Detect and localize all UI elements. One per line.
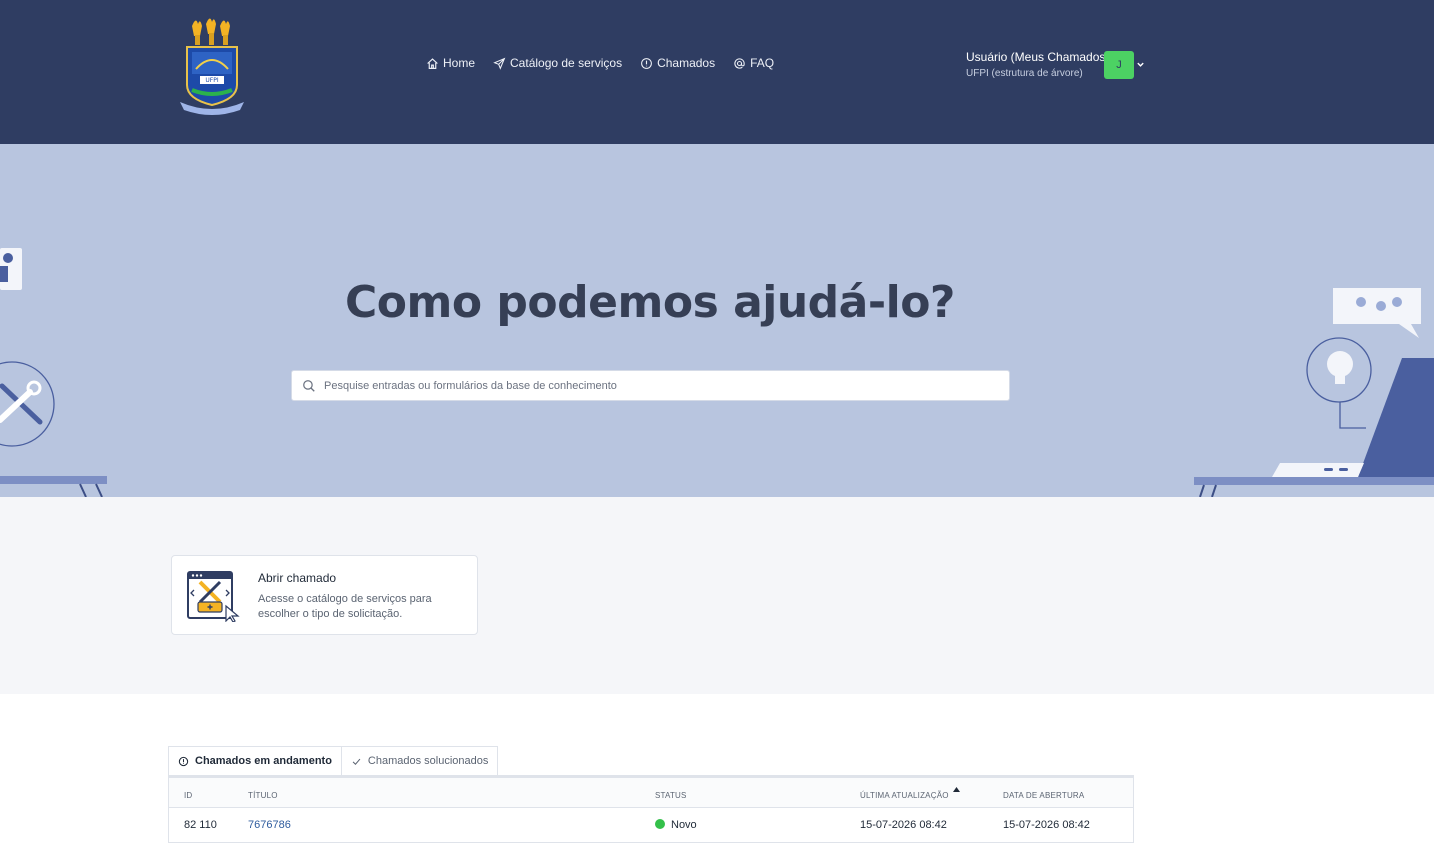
ticket-status-label: Novo bbox=[671, 819, 697, 831]
tab-tickets-in-progress[interactable]: Chamados em andamento bbox=[168, 746, 342, 776]
nav-catalog[interactable]: Catálogo de serviços bbox=[493, 56, 622, 70]
hero-title: Como podemos ajudá-lo? bbox=[345, 277, 955, 328]
nav-faq[interactable]: FAQ bbox=[733, 56, 774, 70]
hero-banner: Como podemos ajudá-lo? bbox=[0, 144, 1434, 497]
sort-ascending-icon bbox=[953, 787, 960, 792]
search-icon bbox=[303, 379, 315, 392]
avatar[interactable]: J bbox=[1104, 51, 1134, 79]
paper-plane-icon bbox=[493, 57, 506, 70]
top-header: UFPI Home Catálogo de serviços Chamados … bbox=[0, 0, 1434, 144]
main-nav: Home Catálogo de serviços Chamados FAQ bbox=[426, 56, 774, 70]
search-bar[interactable] bbox=[291, 370, 1010, 401]
home-icon bbox=[427, 57, 438, 69]
tickets-table: ID Título Status Última atualização Data… bbox=[168, 775, 1134, 843]
ticket-opened-date: 15-07-2026 08:42 bbox=[1003, 819, 1090, 831]
tile-title: Abrir chamado bbox=[258, 571, 337, 585]
nav-catalog-label: Catálogo de serviços bbox=[510, 56, 623, 70]
ufpi-logo[interactable]: UFPI bbox=[178, 14, 246, 116]
chevron-down-icon[interactable] bbox=[1136, 60, 1145, 69]
tile-open-ticket[interactable]: Abrir chamado Acesse o catálogo de servi… bbox=[171, 555, 478, 635]
ticket-status: Novo bbox=[655, 819, 697, 831]
open-ticket-icon bbox=[187, 571, 240, 622]
tab-tickets-in-progress-label: Chamados em andamento bbox=[195, 755, 332, 767]
ticket-tabs: Chamados em andamento Chamados soluciona… bbox=[168, 746, 499, 776]
user-menu[interactable]: Usuário (Meus Chamados) UFPI (estrutura … bbox=[966, 50, 1109, 79]
nav-home[interactable]: Home bbox=[426, 56, 475, 70]
nav-home-label: Home bbox=[443, 56, 476, 70]
alert-circle-icon bbox=[641, 57, 652, 69]
search-input[interactable] bbox=[324, 379, 984, 392]
column-header-last-update[interactable]: Última atualização bbox=[860, 791, 949, 800]
tiles-section: Abrir chamado Acesse o catálogo de servi… bbox=[0, 497, 1434, 694]
user-name: Usuário (Meus Chamados) bbox=[966, 50, 1110, 64]
svg-text:UFPI: UFPI bbox=[205, 77, 218, 84]
status-dot-icon bbox=[655, 819, 665, 829]
user-entity: UFPI (estrutura de árvore) bbox=[966, 68, 1083, 79]
at-icon bbox=[734, 57, 745, 69]
check-icon bbox=[352, 758, 361, 765]
tile-description: Acesse o catálogo de serviços para escol… bbox=[258, 593, 432, 620]
column-header-status[interactable]: Status bbox=[655, 791, 687, 800]
ticket-id: 82 110 bbox=[184, 819, 217, 831]
ticket-last-update: 15-07-2026 08:42 bbox=[860, 819, 947, 831]
tab-tickets-solved[interactable]: Chamados solucionados bbox=[341, 746, 499, 776]
nav-tickets[interactable]: Chamados bbox=[640, 56, 715, 70]
table-header: ID Título Status Última atualização Data… bbox=[169, 776, 1133, 808]
table-row[interactable]: 82 110 7676786 Novo 15-07-2026 08:42 15-… bbox=[169, 808, 1133, 843]
column-header-id[interactable]: ID bbox=[184, 791, 192, 800]
ticket-title-link[interactable]: 7676786 bbox=[248, 819, 291, 831]
column-header-opened[interactable]: Data de abertura bbox=[1003, 791, 1084, 800]
column-header-title[interactable]: Título bbox=[248, 791, 278, 800]
alert-circle-icon bbox=[178, 756, 189, 766]
nav-tickets-label: Chamados bbox=[657, 56, 716, 70]
nav-faq-label: FAQ bbox=[750, 56, 775, 70]
tab-tickets-solved-label: Chamados solucionados bbox=[367, 755, 489, 767]
